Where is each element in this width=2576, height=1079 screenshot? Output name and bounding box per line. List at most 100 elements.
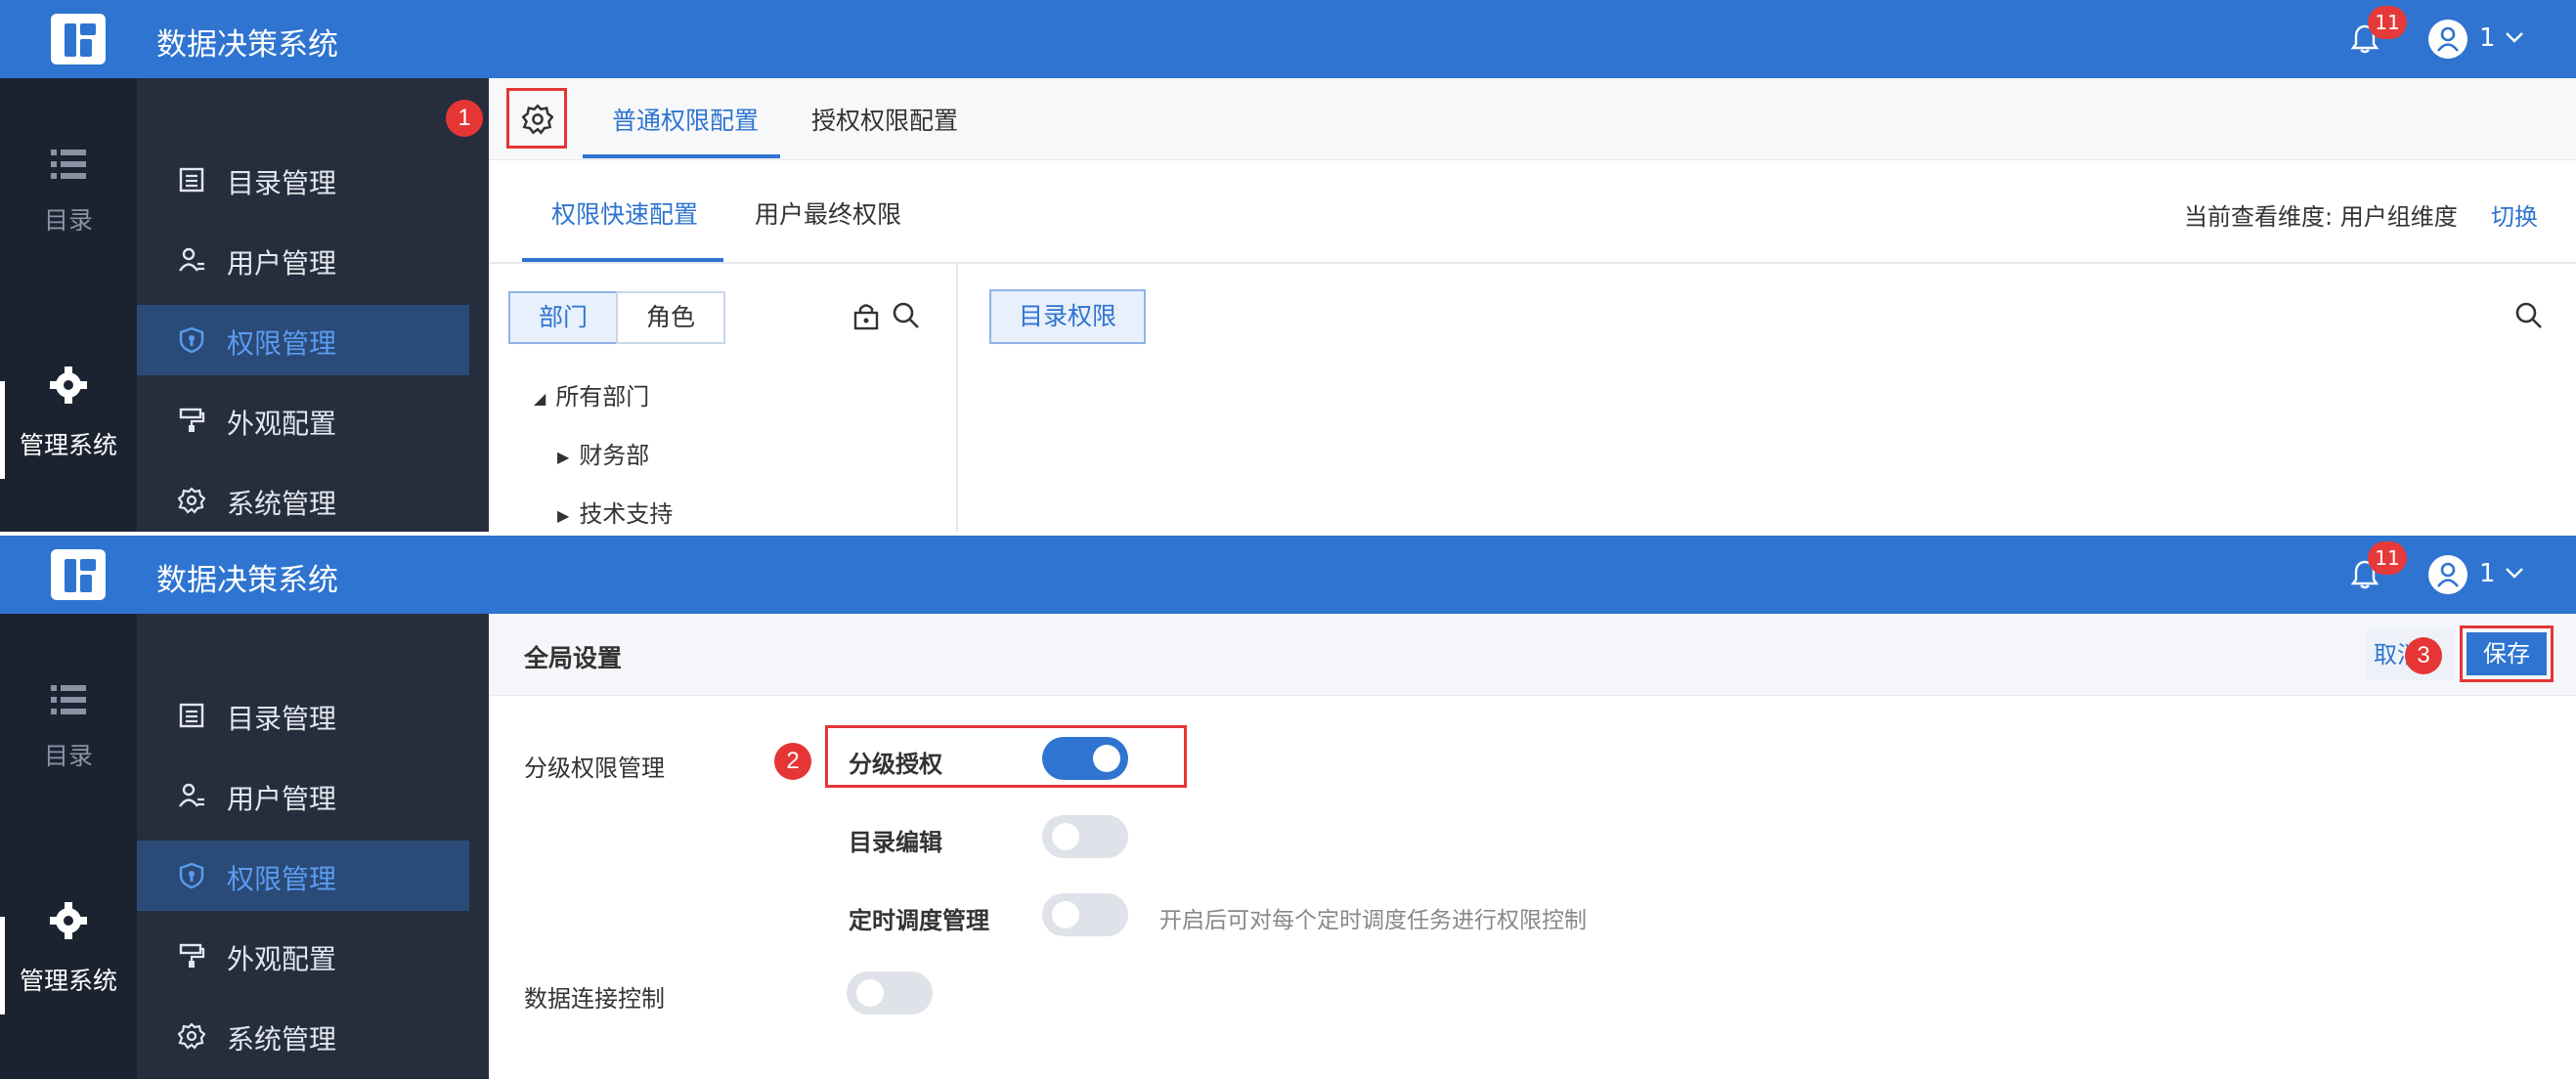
step-marker-3: 3: [2405, 637, 2442, 674]
menu-item-label: 外观配置: [227, 943, 337, 975]
notification-badge: 11: [2368, 6, 2407, 39]
data-connection-toggle[interactable]: [847, 971, 933, 1014]
tree-node-label: 技术支持: [579, 500, 674, 528]
user-avatar-icon[interactable]: [2428, 555, 2467, 594]
step-marker-2: 2: [774, 743, 811, 780]
switch-dimension-link[interactable]: 切换: [2491, 197, 2538, 232]
list-icon: [179, 167, 204, 193]
menu-item-label: 系统管理: [227, 488, 337, 520]
global-settings-header: 全局设置 取消 3 保存: [489, 614, 2576, 696]
data-connection-label: 数据连接控制: [524, 985, 665, 1013]
department-segment[interactable]: 部门: [508, 291, 618, 344]
top-bar: 数据决策系统 11 1: [0, 536, 2576, 614]
gear-icon: [178, 487, 205, 514]
active-subtab-underline: [522, 258, 723, 262]
toggle-knob: [1093, 745, 1120, 772]
user-avatar-icon[interactable]: [2428, 20, 2467, 59]
shield-icon: [179, 862, 204, 889]
save-button[interactable]: 保存: [2467, 632, 2547, 675]
shield-icon: [179, 326, 204, 354]
search-icon[interactable]: [892, 301, 921, 330]
global-settings-form: 分级权限管理 2 分级授权 目录编辑 定时调度管理 开启后可对每个定时调度任务进…: [489, 696, 2576, 1079]
tree-node-tech-support[interactable]: ▶ 技术支持: [557, 495, 673, 529]
rail-admin-label: 管理系统: [19, 431, 117, 459]
collapsed-triangle-icon: ▶: [557, 505, 570, 525]
app-logo[interactable]: [51, 549, 106, 600]
user-name[interactable]: 1: [2479, 23, 2496, 53]
tree-node-all-departments[interactable]: ◢ 所有部门: [534, 377, 649, 411]
chevron-down-icon[interactable]: [2503, 25, 2526, 49]
rail-admin[interactable]: 管理系统: [0, 364, 137, 461]
role-segment[interactable]: 角色: [616, 291, 725, 344]
expanded-triangle-icon: ◢: [534, 388, 546, 408]
menu-item-appearance[interactable]: 外观配置: [137, 385, 469, 455]
permission-subtabs: 权限快速配置 用户最终权限 当前查看维度: 用户组维度 切换: [489, 160, 2576, 264]
settings-button[interactable]: [506, 88, 567, 149]
list-icon: [179, 703, 204, 728]
save-highlight: 保存: [2460, 626, 2554, 682]
permission-detail-pane: 目录权限: [960, 264, 2576, 532]
left-rail: 目录 管理系统: [0, 614, 137, 1079]
menu-item-label: 用户管理: [227, 783, 337, 815]
grading-auth-toggle[interactable]: [1042, 737, 1128, 780]
schedule-manage-label: 定时调度管理: [849, 907, 989, 934]
tree-node-label: 财务部: [579, 442, 650, 469]
menu-item-appearance[interactable]: 外观配置: [137, 921, 469, 991]
toggle-knob: [856, 979, 884, 1007]
catalog-permission-tab[interactable]: 目录权限: [989, 289, 1146, 344]
app-logo[interactable]: [51, 14, 106, 65]
paint-roller-icon: [179, 408, 205, 432]
admin-menu: 目录管理 用户管理 权限管理 外观配置 系统管理: [137, 614, 601, 1079]
menu-item-system[interactable]: 系统管理: [137, 1001, 469, 1071]
tree-node-label: 所有部门: [555, 383, 650, 410]
paint-roller-icon: [179, 943, 205, 968]
search-icon[interactable]: [2514, 301, 2544, 330]
rail-catalog[interactable]: 目录: [0, 147, 137, 237]
user-icon: [179, 783, 204, 807]
app-title: 数据决策系统: [156, 27, 338, 63]
lock-icon[interactable]: [852, 301, 880, 330]
permission-config-panel: 数据决策系统 11 1 目录 管理系统 1 目录管理 用户管理 权限管理 外观配…: [0, 0, 2576, 532]
notification-badge: 11: [2368, 541, 2407, 575]
grading-auth-label: 分级授权: [849, 751, 942, 778]
schedule-manage-toggle[interactable]: [1042, 893, 1128, 936]
gear-icon: [50, 367, 87, 404]
org-tree-pane: 部门 角色 ◢ 所有部门 ▶ 财务部 ▶ 技术支持: [489, 264, 958, 532]
menu-item-catalog[interactable]: 目录管理: [137, 680, 469, 751]
rail-catalog[interactable]: 目录: [0, 682, 137, 772]
menu-item-users[interactable]: 用户管理: [137, 760, 469, 831]
menu-item-label: 权限管理: [227, 863, 337, 895]
catalog-edit-toggle[interactable]: [1042, 815, 1128, 858]
rail-admin[interactable]: 管理系统: [0, 899, 137, 997]
tab-user-final-permission[interactable]: 用户最终权限: [755, 195, 901, 231]
left-rail: 目录 管理系统: [0, 78, 137, 532]
gear-icon: [178, 1022, 205, 1050]
schedule-hint: 开启后可对每个定时调度任务进行权限控制: [1159, 908, 1587, 933]
tab-normal-permission[interactable]: 普通权限配置: [612, 102, 759, 137]
section-label-grading: 分级权限管理: [524, 755, 665, 782]
menu-item-users[interactable]: 用户管理: [137, 225, 469, 295]
global-settings-panel: 数据决策系统 11 1 目录 管理系统 目录管理 用户管理 权限管理 外观配置 …: [0, 536, 2576, 1079]
menu-item-label: 外观配置: [227, 408, 337, 440]
active-tab-underline: [583, 154, 780, 158]
toggle-knob: [1052, 901, 1079, 928]
menu-item-system[interactable]: 系统管理: [137, 465, 469, 532]
list-icon: [51, 150, 86, 179]
menu-item-label: 权限管理: [227, 327, 337, 360]
gear-icon: [50, 902, 87, 939]
tree-node-finance[interactable]: ▶ 财务部: [557, 436, 649, 470]
menu-item-label: 系统管理: [227, 1023, 337, 1056]
rail-catalog-label: 目录: [43, 742, 93, 770]
menu-item-permissions[interactable]: 权限管理: [137, 305, 469, 375]
menu-item-label: 用户管理: [227, 247, 337, 280]
menu-item-permissions[interactable]: 权限管理: [137, 841, 469, 911]
user-icon: [179, 247, 204, 272]
tab-grant-permission[interactable]: 授权权限配置: [811, 102, 958, 137]
tab-quick-config[interactable]: 权限快速配置: [551, 195, 698, 231]
menu-item-label: 目录管理: [227, 167, 337, 199]
menu-item-catalog[interactable]: 目录管理: [137, 145, 469, 215]
collapsed-triangle-icon: ▶: [557, 447, 570, 466]
list-icon: [51, 685, 86, 714]
user-name[interactable]: 1: [2479, 559, 2496, 588]
chevron-down-icon[interactable]: [2503, 561, 2526, 584]
